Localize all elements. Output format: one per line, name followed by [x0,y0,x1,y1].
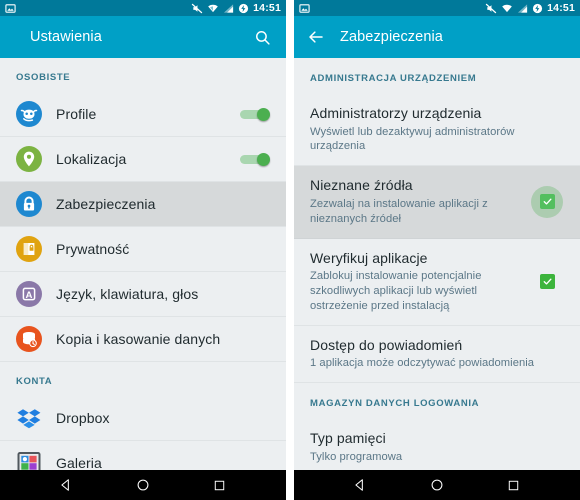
image-icon [5,3,16,14]
back-triangle-icon[interactable] [343,470,377,500]
profile-robot-icon [16,101,42,127]
lock-icon [16,191,42,217]
setting-row[interactable]: Administratorzy urządzenia Wyświetl lub d… [294,94,580,167]
status-bar-right: 14:51 [294,0,580,16]
search-icon[interactable] [250,25,274,49]
row-trailing-control[interactable] [240,108,270,121]
status-bar-left-icons [5,3,16,14]
gallery-icon [16,450,42,470]
setting-checkbox[interactable] [530,185,564,219]
setting-row[interactable]: Dostęp do powiadomień 1 aplikacja może od… [294,326,580,384]
sidebar-item-kopia-i-kasowanie-danych[interactable]: Kopia i kasowanie danych [0,317,286,362]
setting-title: Weryfikuj aplikacje [310,249,428,266]
sidebar-item-j-zyk-klawiatura-g-os[interactable]: A Język, klawiatura, głos [0,272,286,317]
security-settings-list[interactable]: ADMINISTRACJA URZĄDZENIEM Administratorzy… [294,58,580,470]
setting-texts: Dostęp do powiadomień 1 aplikacja może od… [310,337,564,371]
location-pin-icon [16,146,42,172]
setting-title: Administratorzy urządzenia [310,105,482,121]
checkbox-box[interactable] [539,194,555,210]
setting-checkbox[interactable] [530,265,564,299]
sidebar-item-zabezpieczenia[interactable]: Zabezpieczenia [0,182,286,227]
toggle-switch[interactable] [240,153,270,166]
left-app-title: Ustawienia [30,29,102,45]
row-trailing-control[interactable] [240,153,270,166]
sidebar-item-profile[interactable]: Profile [0,92,286,137]
setting-subtitle: Zablokuj instalowanie potencjalnie szkod… [310,270,482,312]
setting-texts: Typ pamięci Tylko programowa [310,430,564,464]
setting-row[interactable]: Nieznane źródła Zezwalaj na instalowanie … [294,166,580,239]
toggle-knob [257,108,270,121]
recents-square-icon[interactable] [203,470,237,500]
status-bar-right-left-icons [299,3,310,14]
recents-square-icon[interactable] [497,470,531,500]
image-icon [299,3,310,14]
left-phone-screen: 14:51 Ustawienia OSOBISTE Profile Lokali… [0,0,286,500]
sidebar-item-label: Galeria [56,455,102,470]
panel-divider [286,0,294,500]
battery-charging-icon [238,3,249,14]
setting-title: Dostęp do powiadomień [310,336,463,353]
dropbox-icon [16,405,42,431]
setting-texts: Weryfikuj aplikacje Zablokuj instalowanie… [310,250,530,314]
setting-texts: Nieznane źródła Zezwalaj na instalowanie … [310,177,530,226]
battery-charging-icon [532,3,543,14]
setting-subtitle: 1 aplikacja może odczytywać powiadomieni… [310,357,535,370]
backup-database-icon [16,326,42,352]
checkbox-box[interactable] [539,274,555,290]
setting-subtitle: Zezwalaj na instalowanie aplikacji z nie… [310,197,488,225]
section-header: MAGAZYN DANYCH LOGOWANIA [310,398,480,410]
wifi-icon [501,3,513,14]
section-header: ADMINISTRACJA URZĄDZENIEM [310,73,477,84]
home-circle-icon[interactable] [126,470,160,500]
back-triangle-icon[interactable] [49,470,83,500]
setting-texts: Administratorzy urządzenia Wyświetl lub d… [310,105,564,154]
home-circle-icon[interactable] [420,470,454,500]
privacy-book-icon [16,236,42,262]
toggle-switch[interactable] [240,108,270,121]
toggle-knob [257,153,270,166]
setting-subtitle: Wyświetl lub dezaktywuj administratorów … [310,125,515,153]
sidebar-item-prywatno[interactable]: Prywatność [0,227,286,272]
check-icon [543,278,552,285]
mute-icon [485,3,497,14]
wifi-icon [207,3,219,14]
section-header: KONTA [16,376,53,387]
right-phone-screen: 14:51 Zabezpieczenia ADMINISTRACJA URZĄD… [294,0,580,500]
status-bar-right-icons: 14:51 [191,3,281,14]
sidebar-item-dropbox[interactable]: Dropbox [0,396,286,441]
sidebar-item-label: Dropbox [56,410,110,426]
left-app-bar: Ustawienia [0,16,286,58]
sidebar-item-label: Lokalizacja [56,151,127,167]
arrow-back-icon[interactable] [306,27,326,47]
right-app-bar: Zabezpieczenia [294,16,580,58]
status-bar-clock: 14:51 [547,1,575,14]
right-app-title: Zabezpieczenia [340,29,443,45]
sidebar-item-label: Zabezpieczenia [56,196,156,212]
section-header: OSOBISTE [16,72,71,83]
status-bar-clock: 14:51 [253,1,281,14]
setting-subtitle: Tylko programowa [310,450,403,463]
check-icon [543,198,552,206]
signal-icon [517,3,528,14]
mute-icon [191,3,203,14]
status-bar-right-right-icons: 14:51 [485,3,575,14]
language-a-icon: A [16,281,42,307]
signal-icon [223,3,234,14]
sidebar-item-lokalizacja[interactable]: Lokalizacja [0,137,286,182]
setting-title: Typ pamięci [310,430,386,447]
sidebar-item-galeria[interactable]: Galeria [0,441,286,470]
sidebar-item-label: Prywatność [56,241,130,257]
sidebar-item-label: Kopia i kasowanie danych [56,331,221,347]
status-bar-left: 14:51 [0,0,286,16]
sidebar-item-label: Profile [56,106,97,122]
setting-row[interactable]: Weryfikuj aplikacje Zablokuj instalowanie… [294,239,580,326]
dual-screenshot-stage: 14:51 Ustawienia OSOBISTE Profile Lokali… [0,0,580,500]
settings-list[interactable]: OSOBISTE Profile Lokalizacja Zabezpiecze… [0,58,286,470]
setting-row[interactable]: Typ pamięci Tylko programowa [294,419,580,470]
svg-text:A: A [26,290,33,301]
navigation-bar-left [0,470,286,500]
setting-title: Nieznane źródła [310,177,413,194]
sidebar-item-label: Język, klawiatura, głos [56,286,199,302]
navigation-bar-right [294,470,580,500]
